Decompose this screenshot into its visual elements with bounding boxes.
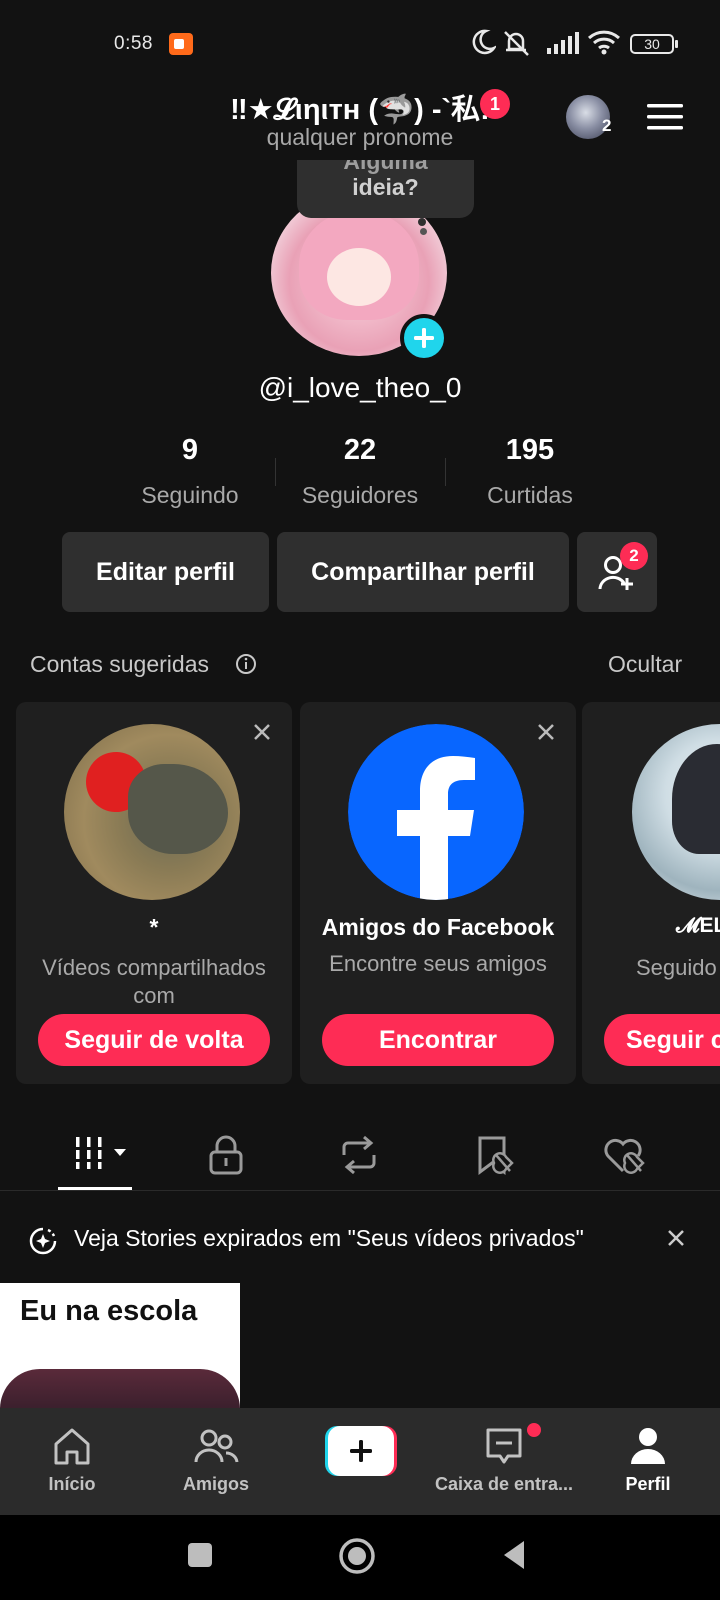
username[interactable]: @i_love_theo_0 [0, 372, 720, 404]
tooltip-line-1: Alguma [343, 160, 428, 174]
suggested-account-subtitle: Seguido [636, 955, 717, 980]
video-preview [0, 1369, 240, 1408]
friends-icon [194, 1429, 239, 1463]
tooltip-line-2: ideia? [352, 174, 419, 200]
stat-followers-count[interactable]: 22 [275, 434, 445, 467]
android-navigation-bar [0, 1515, 720, 1600]
video-thumbnail[interactable]: Eu na escola [0, 1283, 240, 1408]
tooltip-tail [418, 218, 426, 226]
nav-home-label: Início [48, 1474, 96, 1494]
avatar-hair [672, 744, 720, 854]
status-clock: 0:58 [114, 33, 153, 54]
nav-friends[interactable]: Amigos [144, 1408, 288, 1515]
suggested-account-name: 𝓜EL [676, 914, 720, 937]
notification-badge: 1 [480, 89, 510, 119]
facebook-friends-card[interactable]: Amigos do Facebook Encontre seus amigos … [300, 702, 576, 1084]
home-circle-icon[interactable] [338, 1537, 376, 1575]
signal-icon [547, 32, 579, 54]
stories-icon [29, 1227, 57, 1255]
add-friends-button[interactable] [577, 532, 657, 612]
follow-back-button[interactable]: Seguir de volta [38, 1014, 270, 1066]
liked-icon[interactable] [603, 1135, 647, 1175]
suggested-account-subtitle: Vídeos compartilhados com [42, 955, 266, 1008]
moon-icon [472, 29, 496, 55]
nav-inbox-label: Caixa de entra... [434, 1474, 574, 1494]
videos-grid-icon[interactable] [74, 1135, 130, 1171]
add-avatar-button[interactable] [400, 314, 448, 362]
idea-tooltip[interactable]: Alguma ideia? [297, 160, 474, 218]
stat-followers-label[interactable]: Seguidores [275, 482, 445, 509]
close-icon[interactable] [252, 722, 272, 742]
nav-friends-label: Amigos [182, 1474, 249, 1494]
edit-profile-button[interactable]: Editar perfil [62, 532, 269, 612]
wifi-icon [587, 30, 621, 55]
share-profile-button[interactable]: Compartilhar perfil [277, 532, 569, 612]
tabs-divider [0, 1190, 720, 1191]
close-icon[interactable] [536, 722, 556, 742]
inbox-notification-dot [527, 1423, 541, 1437]
recents-icon[interactable] [188, 1543, 212, 1567]
lock-icon[interactable] [208, 1135, 244, 1175]
stat-following-label[interactable]: Seguindo [105, 482, 275, 509]
battery-icon: 30 [630, 34, 674, 54]
bookmark-icon[interactable] [474, 1135, 514, 1175]
pronoun-label: qualquer pronome [266, 124, 454, 150]
plus-icon [414, 328, 434, 348]
battery-tip [675, 40, 678, 48]
nav-profile-label: Perfil [625, 1474, 671, 1494]
add-friends-badge: 2 [620, 542, 648, 570]
nav-inbox[interactable]: Caixa de entra... [432, 1408, 576, 1515]
profile-icon [631, 1428, 665, 1464]
stat-likes-label[interactable]: Curtidas [445, 482, 615, 509]
suggested-account-card[interactable]: * Vídeos compartilhados com Seguir de vo… [16, 702, 292, 1084]
facebook-logo-icon[interactable] [348, 724, 524, 900]
stat-following-count[interactable]: 9 [105, 434, 275, 467]
dinosaur-head [128, 764, 228, 854]
create-button[interactable] [325, 1426, 397, 1476]
home-icon [54, 1428, 90, 1465]
suggested-accounts-title: Contas sugeridas [30, 651, 209, 677]
back-icon[interactable] [500, 1539, 528, 1571]
suggested-account-card[interactable]: 𝓜EL Seguido Seguir c [582, 702, 720, 1084]
info-icon[interactable] [235, 653, 257, 675]
status-bar: 0:58 30 [0, 0, 720, 90]
suggested-account-avatar[interactable] [64, 724, 240, 900]
avatar-face [327, 248, 391, 306]
close-icon[interactable] [666, 1228, 686, 1248]
facebook-card-subtitle: Encontre seus amigos [329, 951, 547, 976]
suggested-account-name: * [149, 914, 159, 940]
mute-icon [504, 31, 529, 56]
stories-banner-text[interactable]: Veja Stories expirados em "Seus vídeos p… [74, 1225, 584, 1252]
hide-suggestions-link[interactable]: Ocultar [608, 651, 682, 678]
inbox-icon [486, 1428, 522, 1464]
suggested-account-avatar[interactable] [632, 724, 720, 900]
nav-profile[interactable]: Perfil [576, 1408, 720, 1515]
stat-likes-count[interactable]: 195 [445, 434, 615, 467]
nav-home[interactable]: Início [0, 1408, 144, 1515]
video-caption: Eu na escola [20, 1295, 198, 1327]
menu-icon[interactable] [647, 103, 683, 131]
screen-record-icon [169, 33, 193, 55]
find-friends-button[interactable]: Encontrar [322, 1014, 554, 1066]
repost-icon[interactable] [338, 1135, 380, 1175]
follow-button[interactable]: Seguir c [604, 1014, 720, 1066]
battery-level: 30 [644, 36, 660, 52]
facebook-card-title: Amigos do Facebook [321, 914, 555, 940]
account-count: 2 [602, 116, 612, 135]
profile-display-name[interactable]: ‼★𝓛ιηιтн (🦈) -`私! [0, 86, 720, 128]
tooltip-dot [420, 228, 427, 235]
